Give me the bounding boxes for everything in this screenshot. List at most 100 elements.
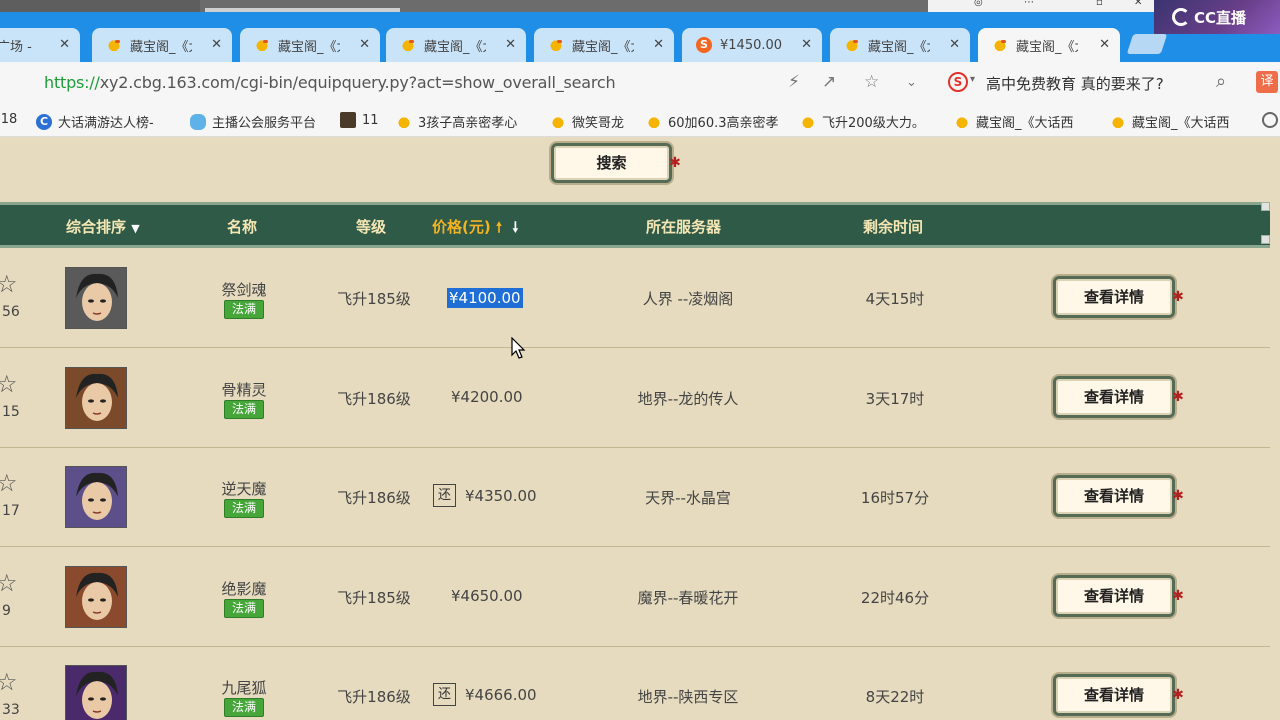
tab-title: 宝广场 - [0, 39, 32, 55]
browser-tab[interactable]: 藏宝阁_《大 ✕ [978, 28, 1120, 62]
sogou-caret-icon[interactable]: ▾ [970, 74, 975, 85]
bookmark-item[interactable]: 60加60.3高亲密孝 [646, 112, 779, 131]
close-tab-icon[interactable]: ✕ [359, 37, 370, 52]
star-icon[interactable]: ☆ [0, 670, 18, 694]
arrow-up-icon[interactable]: 🠕 [496, 220, 502, 236]
character-level: 飞升185级 [337, 588, 411, 607]
browser-tab[interactable]: 藏宝阁_《大 ✕ [92, 28, 232, 62]
view-details-button[interactable]: 查看详情 ✱ [1053, 475, 1184, 517]
sort-column-header[interactable]: 综合排序 ▼ [66, 216, 140, 237]
share-icon[interactable]: ↗ [822, 72, 836, 92]
globe-icon[interactable] [1262, 112, 1278, 128]
character-name[interactable]: 祭剑魂 [194, 279, 294, 300]
star-icon[interactable]: ☆ [0, 272, 18, 296]
character-avatar[interactable] [65, 466, 127, 528]
bookmark-item[interactable]: 主播公会服务平台 [190, 112, 316, 131]
status-badge: 法满 [224, 698, 264, 717]
bookmark-item[interactable]: 飞升200级大力。 [800, 112, 925, 131]
globe-icon[interactable]: ◎ [974, 0, 983, 8]
character-name[interactable]: 九尾狐 [194, 677, 294, 698]
cbg-favicon-icon [844, 37, 860, 53]
chevron-down-icon[interactable]: ⌄ [906, 75, 917, 90]
character-name[interactable]: 逆天魔 [194, 478, 294, 499]
browser-tab[interactable]: 藏宝阁_《大 ✕ [386, 28, 526, 62]
bookmark-item[interactable]: 微笑哥龙 [550, 112, 624, 131]
close-tab-icon[interactable]: ✕ [653, 37, 664, 52]
arrow-down-icon[interactable]: 🠗 [512, 220, 518, 236]
url-field[interactable]: https://xy2.cbg.163.com/cgi-bin/equipque… [44, 73, 616, 92]
character-name[interactable]: 绝影魔 [194, 578, 294, 599]
tab-title: 藏宝阁_《大 [868, 39, 930, 55]
favorite-count: 9 [2, 602, 11, 619]
dots-icon[interactable]: ⋯ [1024, 0, 1034, 8]
bookmark-item[interactable]: -18 [0, 112, 17, 127]
character-name[interactable]: 骨精灵 [194, 379, 294, 400]
star-icon[interactable]: ☆ [0, 571, 18, 595]
restore-window-icon[interactable]: ▫ [1096, 0, 1103, 8]
close-tab-icon[interactable]: ✕ [59, 37, 70, 52]
view-details-button[interactable]: 查看详情 ✱ [1053, 674, 1184, 716]
view-details-button[interactable]: 查看详情 ✱ [1053, 276, 1184, 318]
return-badge: 还 [433, 683, 456, 706]
bookmarks-bar: -18 C 大话满游达人榜- 主播公会服务平台 11 3孩子高亲密孝心 微笑哥龙 60加60.… [0, 104, 1280, 137]
character-level: 飞升186级 [337, 389, 411, 408]
view-details-label: 查看详情 [1083, 288, 1144, 306]
remain-column-header: 剩余时间 [863, 218, 924, 236]
bookmark-item[interactable]: C 大话满游达人榜- [36, 112, 154, 131]
character-avatar[interactable] [65, 366, 127, 429]
table-scrollbar[interactable] [1261, 202, 1271, 248]
search-button[interactable]: 搜索 ✱ [551, 143, 681, 183]
price-value: ¥4200.00 [451, 387, 523, 406]
bookmark-item[interactable]: 藏宝阁_《大话西 [954, 112, 1074, 131]
tassel-icon: ✱ [1172, 687, 1184, 703]
character-avatar[interactable] [65, 665, 127, 720]
search-button-label: 搜索 [596, 154, 627, 172]
bookmark-overflow[interactable] [1262, 112, 1280, 128]
close-tab-icon[interactable]: ✕ [211, 37, 222, 52]
search-suggestion-text[interactable]: 高中免费教育 真的要来了? [986, 73, 1164, 94]
window-controls: ◎ ⋯ ▫ ✕ [928, 0, 1154, 12]
close-tab-icon[interactable]: ✕ [1099, 37, 1110, 52]
sogou-icon[interactable]: S [948, 72, 968, 92]
new-tab-button[interactable] [1126, 34, 1168, 54]
thumbnail-icon [340, 112, 356, 128]
star-icon[interactable]: ☆ [0, 372, 18, 396]
browser-tab[interactable]: 藏宝阁_《大 ✕ [240, 28, 380, 62]
table-row: ☆ 9 绝影魔 法满 飞升185级 ¥4650.00 魔界--春暖花开 22时46分 查看详情 ✱ [0, 547, 1270, 647]
cbg-favicon-icon [800, 113, 816, 130]
browser-tab[interactable]: 藏宝阁_《大 ✕ [534, 28, 674, 62]
bookmark-label: 11 [362, 112, 379, 128]
character-level: 飞升186级 [337, 688, 411, 706]
view-details-label: 查看详情 [1083, 686, 1144, 704]
price-column-header[interactable]: 价格(元) 🠕 🠗 [432, 216, 518, 241]
view-details-label: 查看详情 [1083, 387, 1144, 406]
bookmark-item[interactable]: 3孩子高亲密孝心 [396, 112, 517, 131]
view-details-button[interactable]: 查看详情 ✱ [1053, 574, 1184, 617]
translate-button[interactable]: 译 [1256, 71, 1278, 93]
close-tab-icon[interactable]: ✕ [949, 37, 960, 52]
star-icon[interactable]: ☆ [0, 471, 18, 495]
table-header: 综合排序 ▼ 名称 等级 价格(元) 🠕 🠗 所在服务器 剩余时间 [0, 202, 1270, 248]
close-tab-icon[interactable]: ✕ [801, 37, 812, 52]
browser-tab[interactable]: 藏宝阁_《大 ✕ [830, 28, 970, 62]
view-details-button[interactable]: 查看详情 ✱ [1053, 375, 1184, 418]
browser-tab[interactable]: 宝广场 - ✕ [0, 28, 80, 62]
status-badge: 法满 [224, 499, 264, 518]
sort-header-label: 综合排序 [66, 218, 127, 236]
bookmark-label: 藏宝阁_《大话西 [976, 116, 1074, 131]
close-tab-icon[interactable]: ✕ [505, 37, 516, 52]
bookmark-item[interactable]: 11 [340, 112, 379, 128]
character-avatar[interactable] [65, 267, 127, 329]
star-bookmark-icon[interactable]: ☆ [864, 72, 879, 92]
tab-title: 藏宝阁_《大 [424, 39, 486, 55]
table-row: ☆ 17 逆天魔 法满 飞升186级 还 ¥4350.00 天界--水晶宫 16时57分 查看详情… [0, 447, 1270, 547]
lightning-icon[interactable]: ⚡ [788, 72, 800, 92]
tassel-icon: ✱ [1172, 388, 1184, 405]
search-icon[interactable]: ⌕ [1216, 71, 1226, 92]
bookmark-item[interactable]: 藏宝阁_《大话西 [1110, 112, 1230, 131]
browser-tab[interactable]: S ¥1450.00 ✕ [682, 28, 822, 62]
close-window-icon[interactable]: ✕ [1134, 0, 1142, 8]
character-avatar[interactable] [65, 565, 127, 628]
remaining-time: 22时46分 [860, 588, 930, 607]
cc-logo-icon [1172, 8, 1190, 26]
